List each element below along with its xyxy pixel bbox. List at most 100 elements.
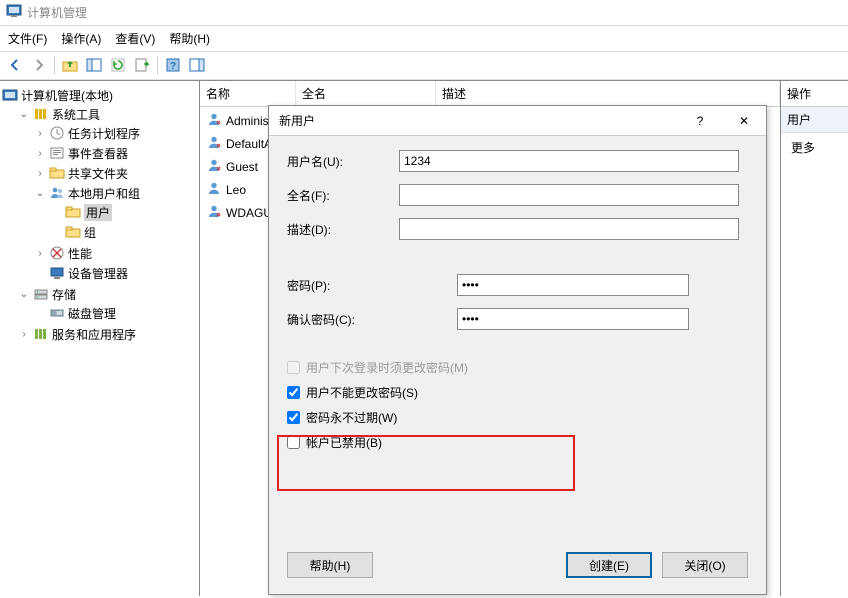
expand-icon[interactable]: ›	[34, 148, 46, 159]
new-user-dialog: 新用户 ? ✕ 用户名(U): 全名(F): 描述(D): 密码(P): 确认密…	[268, 105, 767, 595]
user-icon	[206, 157, 222, 176]
tree-disk-management[interactable]: 磁盘管理	[34, 304, 197, 322]
col-description[interactable]: 描述	[436, 81, 780, 106]
window-titlebar: 计算机管理	[0, 0, 848, 26]
tree-storage[interactable]: ⌄ 存储	[18, 285, 197, 303]
description-input[interactable]	[399, 218, 739, 240]
col-name[interactable]: 名称	[200, 81, 296, 106]
tree-users[interactable]: 用户	[50, 203, 197, 221]
tree-event-viewer[interactable]: › 事件查看器	[34, 144, 197, 162]
svg-text:?: ?	[170, 61, 176, 72]
tree-label: 组	[84, 224, 96, 241]
dialog-titlebar[interactable]: 新用户 ? ✕	[269, 106, 766, 136]
actions-sub-users[interactable]: 用户	[781, 107, 848, 133]
tree-task-scheduler[interactable]: › 任务计划程序	[34, 124, 197, 142]
collapse-icon[interactable]: ⌄	[18, 109, 30, 120]
close-icon[interactable]: ✕	[722, 106, 766, 136]
user-icon	[206, 180, 222, 199]
chk-account-disabled-row[interactable]: 帐户已禁用(B)	[287, 431, 748, 456]
help-icon[interactable]: ?	[162, 54, 184, 76]
tree-groups[interactable]: 组	[50, 223, 197, 241]
menu-file[interactable]: 文件(F)	[8, 30, 47, 47]
forward-icon[interactable]	[28, 54, 50, 76]
help-button[interactable]: 帮助(H)	[287, 552, 373, 578]
tree-label: 系统工具	[52, 106, 100, 123]
toolbar-separator	[157, 56, 158, 74]
chk-cannot-change-label: 用户不能更改密码(S)	[306, 384, 418, 401]
tree-label: 任务计划程序	[68, 125, 140, 142]
user-icon	[206, 134, 222, 153]
chk-never-expires-row[interactable]: 密码永不过期(W)	[287, 406, 748, 431]
confirm-password-label: 确认密码(C):	[287, 311, 457, 328]
export-list-icon[interactable]	[131, 54, 153, 76]
collapse-icon[interactable]: ⌄	[18, 289, 30, 300]
fullname-input[interactable]	[399, 184, 739, 206]
tree-label: 磁盘管理	[68, 305, 116, 322]
username-input[interactable]	[399, 150, 739, 172]
list-header: 名称 全名 描述	[200, 81, 780, 107]
chk-account-disabled-label: 帐户已禁用(B)	[306, 434, 382, 451]
up-folder-icon[interactable]	[59, 54, 81, 76]
tree-root-label: 计算机管理(本地)	[21, 87, 113, 104]
expand-icon[interactable]: ›	[34, 168, 46, 179]
create-button[interactable]: 创建(E)	[566, 552, 652, 578]
show-hide-tree-icon[interactable]	[83, 54, 105, 76]
col-fullname[interactable]: 全名	[296, 81, 436, 106]
dialog-help-icon[interactable]: ?	[678, 106, 722, 136]
close-button[interactable]: 关闭(O)	[662, 552, 748, 578]
back-icon[interactable]	[4, 54, 26, 76]
dialog-body: 用户名(U): 全名(F): 描述(D): 密码(P): 确认密码(C): 用户…	[269, 136, 766, 542]
confirm-password-input[interactable]	[457, 308, 689, 330]
toolbar-separator	[54, 56, 55, 74]
tree-label: 本地用户和组	[68, 185, 140, 202]
item-name: DefaultA	[226, 137, 272, 151]
tree-performance[interactable]: › 性能	[34, 244, 197, 262]
tree-label: 存储	[52, 286, 76, 303]
tree-label: 设备管理器	[68, 265, 128, 282]
dialog-buttons: 帮助(H) 创建(E) 关闭(O)	[269, 542, 766, 594]
menu-action[interactable]: 操作(A)	[61, 30, 101, 47]
actions-more[interactable]: 更多	[781, 133, 848, 162]
tree-label: 共享文件夹	[68, 165, 128, 182]
expand-icon[interactable]: ›	[18, 329, 30, 340]
menubar: 文件(F) 操作(A) 查看(V) 帮助(H)	[0, 26, 848, 51]
tree-root[interactable]: 计算机管理(本地)	[2, 86, 197, 104]
action-pane-icon[interactable]	[186, 54, 208, 76]
tree-device-manager[interactable]: 设备管理器	[34, 264, 197, 282]
password-input[interactable]	[457, 274, 689, 296]
chk-account-disabled[interactable]	[287, 436, 300, 449]
menu-help[interactable]: 帮助(H)	[169, 30, 210, 47]
menu-view[interactable]: 查看(V)	[115, 30, 155, 47]
dialog-title: 新用户	[279, 112, 315, 129]
expand-icon[interactable]: ›	[34, 128, 46, 139]
chk-must-change-row: 用户下次登录时须更改密码(M)	[287, 356, 748, 381]
window-title: 计算机管理	[27, 4, 87, 21]
description-label: 描述(D):	[287, 221, 399, 238]
tree-services-apps[interactable]: › 服务和应用程序	[18, 325, 197, 343]
password-label: 密码(P):	[287, 277, 457, 294]
tree-label: 用户	[84, 204, 112, 221]
tree-system-tools[interactable]: ⌄ 系统工具	[18, 105, 197, 123]
collapse-icon[interactable]: ⌄	[34, 188, 46, 199]
chk-must-change-label: 用户下次登录时须更改密码(M)	[306, 359, 468, 376]
user-icon	[206, 203, 222, 222]
tree-label: 服务和应用程序	[52, 326, 136, 343]
chk-cannot-change[interactable]	[287, 386, 300, 399]
toolbar: ?	[0, 51, 848, 80]
fullname-label: 全名(F):	[287, 187, 399, 204]
username-label: 用户名(U):	[287, 153, 399, 170]
computer-management-icon	[6, 3, 22, 22]
chk-never-expires-label: 密码永不过期(W)	[306, 409, 397, 426]
chk-never-expires[interactable]	[287, 411, 300, 424]
actions-panel: 操作 用户 更多	[780, 81, 848, 596]
item-name: Leo	[226, 183, 246, 197]
tree-label: 事件查看器	[68, 145, 128, 162]
tree-label: 性能	[68, 245, 92, 262]
tree-local-users-groups[interactable]: ⌄ 本地用户和组	[34, 184, 197, 202]
expand-icon[interactable]: ›	[34, 248, 46, 259]
chk-cannot-change-row[interactable]: 用户不能更改密码(S)	[287, 381, 748, 406]
user-icon	[206, 111, 222, 130]
chk-must-change	[287, 361, 300, 374]
tree-shared-folders[interactable]: › 共享文件夹	[34, 164, 197, 182]
refresh-icon[interactable]	[107, 54, 129, 76]
